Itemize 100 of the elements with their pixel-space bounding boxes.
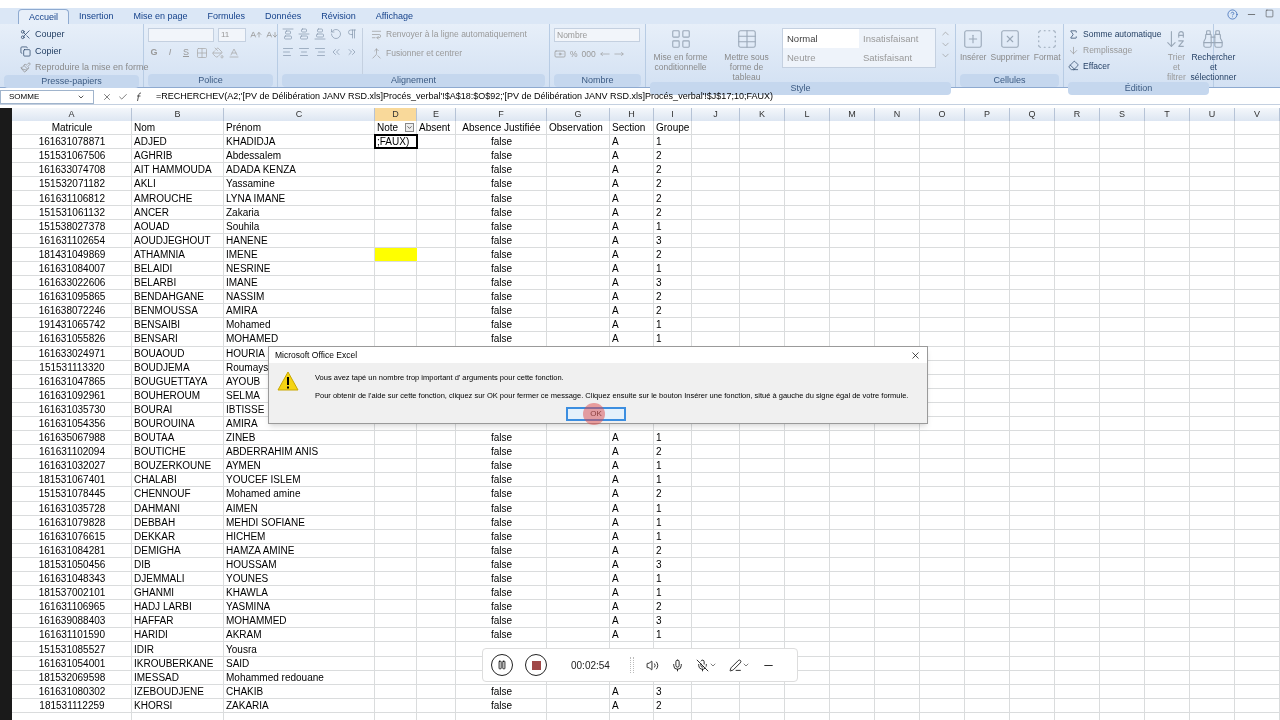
align-bottom-icon[interactable] — [314, 28, 326, 40]
column-letter[interactable]: S — [1100, 108, 1145, 121]
function-icon[interactable] — [134, 91, 144, 102]
align-middle-icon[interactable] — [298, 28, 310, 40]
column-letter[interactable]: B — [132, 108, 224, 121]
table-cell-text: 161631055826 — [38, 332, 106, 347]
table-cell-text: 2 — [656, 163, 662, 178]
table-cell-text: false — [490, 149, 513, 164]
table-cell-text: 2 — [656, 191, 662, 206]
column-letter[interactable]: A — [12, 108, 132, 121]
table-cell-text: 1 — [656, 515, 662, 530]
fill-color-icon[interactable] — [212, 46, 224, 59]
ribbon-tab[interactable]: Formules — [197, 9, 256, 24]
table-cell-text: AKRAM — [226, 628, 262, 643]
cut-button[interactable]: Couper — [20, 28, 149, 42]
table-cell-text: 2 — [656, 543, 662, 558]
table-icon — [735, 28, 758, 50]
column-letter[interactable]: V — [1235, 108, 1280, 121]
ribbon-tab[interactable]: Révision — [311, 9, 366, 24]
shrink-font-icon[interactable] — [266, 29, 278, 41]
ok-button[interactable]: OK — [566, 407, 626, 421]
ribbon-tab[interactable]: Accueil — [18, 9, 69, 24]
table-cell-text: 161631080302 — [38, 684, 106, 699]
column-header: Observation — [549, 121, 603, 136]
column-letter[interactable]: I — [654, 108, 692, 121]
clear-button[interactable]: Effacer — [1068, 59, 1162, 73]
column-letter[interactable]: M — [830, 108, 875, 121]
caret-icon[interactable] — [708, 661, 717, 669]
table-cell-text: 151538027378 — [38, 219, 106, 234]
restore-icon[interactable] — [1265, 9, 1274, 18]
table-cell-text: IDIR — [134, 642, 154, 657]
table-cell-text: false — [490, 586, 513, 601]
microphone-icon[interactable] — [670, 658, 684, 672]
column-letter[interactable]: L — [785, 108, 830, 121]
help-icon[interactable] — [1227, 9, 1238, 20]
table-cell-text: 161633074708 — [38, 163, 106, 178]
column-letter[interactable]: E — [417, 108, 456, 121]
table-cell-text: 2 — [656, 487, 662, 502]
table-cell-text: AMIRA — [226, 417, 258, 431]
name-box[interactable]: SOMME — [0, 89, 94, 104]
align-top-icon[interactable] — [282, 28, 294, 40]
column-letter[interactable]: F — [456, 108, 547, 121]
ribbon-tab[interactable]: Insertion — [69, 9, 124, 24]
table-cell-text: A — [612, 487, 619, 502]
column-letter[interactable]: P — [965, 108, 1010, 121]
table-cell-text: A — [612, 445, 619, 460]
ribbon-tab[interactable]: Affichage — [365, 9, 424, 24]
table-cell-text: 161631054001 — [38, 656, 106, 671]
table-cell-text: 3 — [656, 557, 662, 572]
cell-style-option[interactable]: Normal — [783, 29, 859, 48]
volume-icon[interactable] — [645, 658, 659, 672]
align-left-icon[interactable] — [282, 46, 294, 58]
table-cell-text: KHADIDJA — [226, 135, 276, 150]
column-letter[interactable]: O — [920, 108, 965, 121]
decrease-indent-icon[interactable] — [330, 46, 342, 58]
find-select-button[interactable]: Rechercher et sélectionner — [1191, 28, 1236, 82]
table-cell-text: 161631047865 — [38, 374, 106, 389]
table-cell-text: false — [490, 205, 513, 220]
text-direction-icon[interactable] — [346, 28, 358, 40]
table-cell-text: false — [490, 304, 513, 319]
ribbon-tab[interactable]: Données — [255, 9, 312, 24]
table-cell-text: 3 — [656, 614, 662, 629]
enter-icon[interactable] — [118, 91, 128, 102]
orientation-icon[interactable] — [330, 28, 342, 40]
column-letter[interactable]: U — [1190, 108, 1235, 121]
column-letter[interactable]: J — [692, 108, 740, 121]
table-cell-text: Zakaria — [226, 205, 260, 220]
column-letter[interactable]: H — [610, 108, 654, 121]
table-cell-text: 161633024971 — [38, 346, 106, 361]
pen-icon[interactable] — [728, 658, 742, 672]
column-letter[interactable]: T — [1145, 108, 1190, 121]
table-cell-text: A — [612, 149, 619, 164]
caret-icon[interactable] — [741, 661, 750, 669]
copy-button[interactable]: Copier — [20, 44, 149, 58]
table-cell-text: 1 — [656, 459, 662, 474]
microphone-off-icon[interactable] — [695, 658, 709, 672]
autosum-button[interactable]: Somme automatique — [1068, 28, 1162, 41]
column-letter[interactable]: D — [375, 108, 417, 121]
table-cell-text: BENSARI — [134, 332, 178, 347]
font-color-icon[interactable] — [228, 46, 240, 59]
column-letter[interactable]: K — [740, 108, 785, 121]
table-cell-text: Mohamed — [226, 318, 271, 333]
cancel-icon[interactable] — [102, 91, 112, 102]
align-center-icon[interactable] — [298, 46, 310, 58]
font-name-field[interactable] — [148, 28, 214, 42]
table-cell-text: false — [490, 233, 513, 248]
table-cell-text: false — [490, 177, 513, 192]
close-icon[interactable] — [910, 349, 921, 361]
filter-button[interactable] — [405, 123, 414, 132]
column-letter[interactable]: R — [1055, 108, 1100, 121]
column-letter[interactable]: Q — [1010, 108, 1055, 121]
ribbon-tab[interactable]: Mise en page — [123, 9, 198, 24]
grow-font-icon[interactable] — [250, 29, 262, 41]
borders-icon[interactable] — [196, 46, 208, 59]
align-right-icon[interactable] — [314, 46, 326, 58]
column-letter[interactable]: G — [547, 108, 610, 121]
currency-icon[interactable] — [554, 48, 566, 61]
table-cell-text: AOUAD — [134, 219, 170, 234]
increase-indent-icon[interactable] — [346, 46, 358, 58]
column-letter[interactable]: N — [875, 108, 920, 121]
